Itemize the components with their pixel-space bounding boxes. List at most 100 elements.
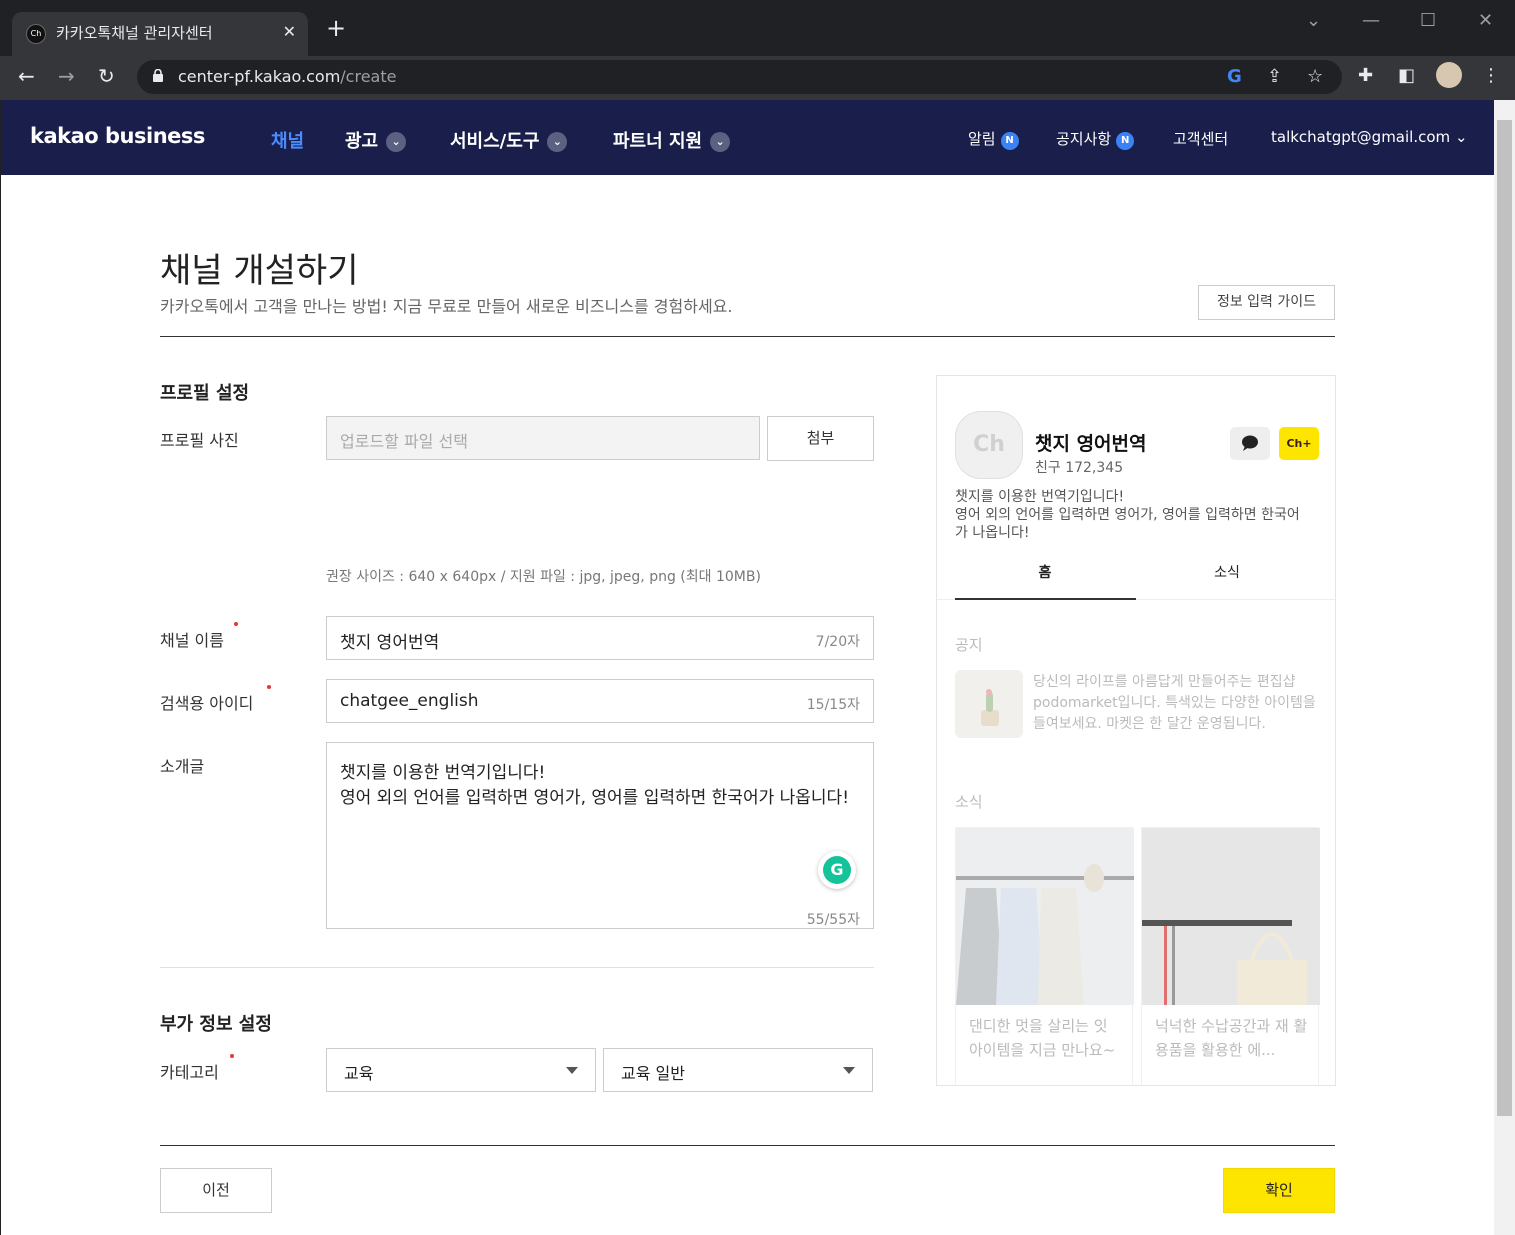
profile-section-title: 프로필 설정 [160,383,250,404]
photo-file-input[interactable]: 업로드할 파일 선택 [326,416,760,460]
prev-button[interactable]: 이전 [160,1168,272,1213]
preview-desc-line: 영어 외의 언어를 입력하면 영어가, 영어를 입력하면 한국어 [955,507,1300,523]
chevron-down-icon: ⌄ [1454,128,1468,146]
preview-notice-text: 당신의 라이프를 아름답게 만들어주는 편집샵 podomarket입니다. 특… [1033,674,1316,732]
grammarly-icon[interactable]: G [818,851,856,889]
tab-close-icon[interactable]: ✕ [283,22,296,41]
minimize-icon[interactable]: — [1362,10,1380,31]
channel-preview: Ch 챗지 영어번역 친구 172,345 Ch+ 챗지를 이용한 번역기입니다… [936,375,1336,1086]
extra-section-title: 부가 정보 설정 [160,1014,272,1035]
clothes-rack-image [956,828,1134,1005]
reload-icon[interactable]: ↻ [98,64,115,88]
extensions-icon[interactable]: ✚ [1358,65,1373,86]
chat-button [1230,427,1270,460]
news-card: 댄디한 멋을 살리는 잇 아이템을 지금 만나요~ [955,827,1134,1085]
close-window-icon[interactable]: ✕ [1478,10,1493,31]
google-icon[interactable]: G [1227,66,1242,87]
caret-down-icon [843,1067,855,1074]
preview-friends-count: 친구 172,345 [1035,460,1124,476]
page-title: 채널 개설하기 [160,251,359,291]
account-menu[interactable]: talkchatgpt@gmail.com ⌄ [1271,128,1468,146]
bookmark-star-icon[interactable]: ☆ [1307,66,1323,87]
divider [160,1145,1335,1146]
share-icon[interactable]: ⇪ [1267,66,1282,87]
intro-textarea[interactable]: 챗지를 이용한 번역기입니다! 영어 외의 언어를 입력하면 영어가, 영어를 … [326,742,874,929]
forward-icon[interactable]: → [58,64,75,88]
search-id-input[interactable]: chatgee_english 15/15자 [326,679,874,723]
news-card-text: 넉넉한 수납공간과 재 활용품을 활용한 에... [1155,1017,1308,1059]
nav-channel[interactable]: 채널 [271,127,304,153]
nav-ads[interactable]: 광고 ⌄ [345,127,407,153]
nav-services[interactable]: 서비스/도구 ⌄ [450,127,568,153]
tab-indicator [955,598,1136,600]
preview-notice-title: 공지 [955,636,983,654]
chevron-down-icon: ⌄ [386,132,407,152]
notice-thumbnail [955,670,1023,738]
side-panel-icon[interactable]: ◧ [1398,65,1415,86]
required-dot [230,1054,234,1058]
category-label: 카테고리 [160,1063,219,1082]
category-main-select[interactable]: 교육 [326,1048,596,1092]
scrollbar-thumb[interactable] [1497,120,1512,1116]
chevron-down-icon: ⌄ [710,132,731,152]
browser-tab[interactable]: Ch 카카오톡채널 관리자센터 ✕ [12,12,308,56]
maximize-icon[interactable]: ☐ [1420,10,1436,31]
profile-avatar[interactable] [1436,62,1462,88]
nav-alarm[interactable]: 알림 N [968,128,1019,150]
id-counter: 15/15자 [806,697,860,713]
cactus-image [981,689,999,726]
preview-news-title: 소식 [955,793,983,811]
news-card: 넉넉한 수납공간과 재 활용품을 활용한 에... [1141,827,1320,1085]
chat-bubble-icon [1242,435,1258,451]
page-scrollbar[interactable] [1494,100,1515,1235]
browser-toolbar: ← → ↻ center-pf.kakao.com/create G ⇪ ☆ ✚… [0,56,1515,100]
new-tab-icon[interactable]: + [326,16,346,40]
confirm-button[interactable]: 확인 [1223,1168,1335,1213]
preview-channel-name: 챗지 영어번역 [1035,433,1147,455]
address-bar[interactable]: center-pf.kakao.com/create G ⇪ ☆ [137,60,1342,94]
web-page: kakao business 채널 광고 ⌄ 서비스/도구 ⌄ 파트너 지원 ⌄ 알림… [1,100,1494,1235]
new-badge: N [1000,132,1019,150]
page-subtitle: 카카오톡에서 고객을 만나는 방법! 지금 무료로 만들어 새로운 비즈니스를 … [160,297,733,316]
preview-desc-line: 가 나옵니다! [955,525,1030,541]
add-channel-button: Ch+ [1279,427,1319,460]
nav-notice[interactable]: 공지사항 N [1056,128,1135,150]
tab-bar: Ch 카카오톡채널 관리자센터 ✕ + ⌄ — ☐ ✕ [0,0,1515,56]
divider [160,967,874,968]
tote-bag-image [1142,828,1320,1005]
new-badge: N [1116,132,1135,150]
photo-label: 프로필 사진 [160,431,239,450]
intro-counter: 55/55자 [806,912,860,928]
news-card-text: 댄디한 멋을 살리는 잇 아이템을 지금 만나요~ [969,1017,1116,1059]
divider [160,336,1335,337]
chevron-down-icon: ⌄ [547,132,568,152]
search-id-label: 검색용 아이디 [160,694,254,713]
input-guide-button[interactable]: 정보 입력 가이드 [1198,285,1335,320]
back-icon[interactable]: ← [18,64,35,88]
browser-window: Ch 카카오톡채널 관리자센터 ✕ + ⌄ — ☐ ✕ ← → ↻ center… [0,0,1515,1235]
more-menu-icon[interactable]: ⋮ [1482,65,1500,86]
channel-name-input[interactable]: 챗지 영어번역 7/20자 [326,616,874,660]
nav-support[interactable]: 고객센터 [1173,128,1228,149]
required-dot [267,685,271,689]
caret-down-icon [566,1067,578,1074]
name-label: 채널 이름 [160,631,224,650]
category-sub-select[interactable]: 교육 일반 [603,1048,873,1092]
preview-desc-line: 챗지를 이용한 번역기입니다! [955,489,1125,505]
intro-label: 소개글 [160,757,205,776]
tab-title: 카카오톡채널 관리자센터 [56,24,213,42]
global-nav: kakao business 채널 광고 ⌄ 서비스/도구 ⌄ 파트너 지원 ⌄ 알림… [1,100,1494,175]
nav-partner[interactable]: 파트너 지원 ⌄ [613,127,731,153]
preview-tab-news: 소식 [1214,565,1240,581]
url-text: center-pf.kakao.com/create [178,67,397,86]
name-counter: 7/20자 [815,634,860,650]
attach-button[interactable]: 첨부 [767,416,874,461]
tab-favicon-icon: Ch [26,24,46,44]
lock-icon [153,69,163,82]
preview-tab-home: 홈 [1038,565,1052,581]
photo-hint: 권장 사이즈 : 640 x 640px / 지원 파일 : jpg, jpeg… [326,569,761,585]
tab-search-icon[interactable]: ⌄ [1306,10,1321,31]
channel-avatar: Ch [955,411,1023,479]
kakao-business-logo[interactable]: kakao business [30,124,205,148]
required-dot [234,622,238,626]
